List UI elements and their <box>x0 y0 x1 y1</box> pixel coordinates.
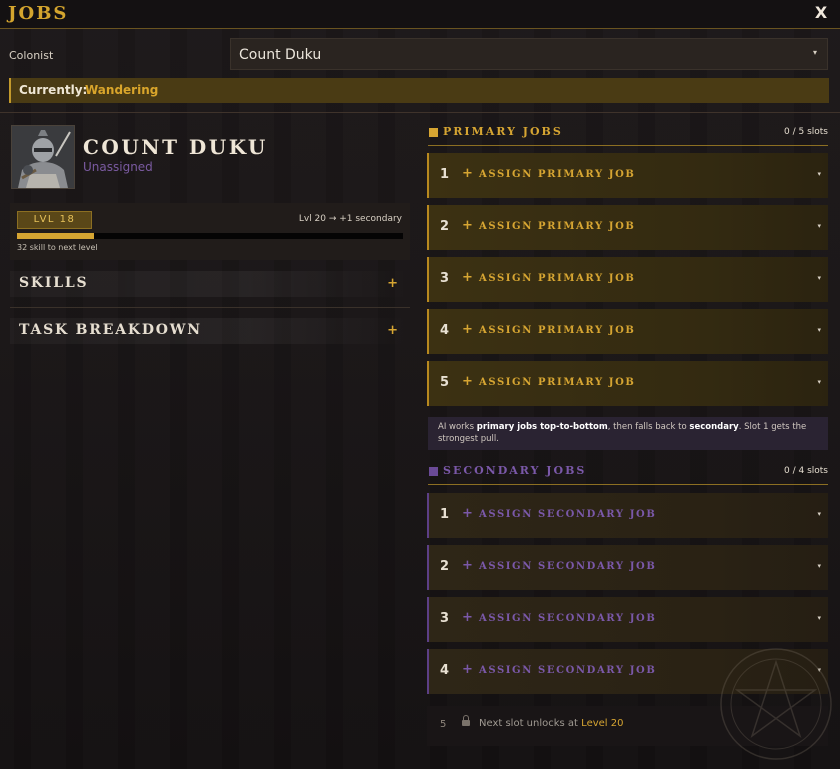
skills-section-toggle[interactable]: SKILLS + <box>10 271 410 297</box>
header-divider <box>0 112 840 113</box>
colonist-name: COUNT DUKU <box>83 135 268 159</box>
chevron-down-icon: ▾ <box>817 562 821 570</box>
plus-icon: + <box>462 558 473 573</box>
primary-header-rule <box>428 145 828 146</box>
slot-number: 2 <box>440 559 450 574</box>
assign-secondary-job-label: ASSIGN SECONDARY JOB <box>479 665 657 676</box>
skills-label: SKILLS <box>19 275 89 291</box>
xp-progress-bar <box>17 233 403 239</box>
assign-primary-job-label: ASSIGN PRIMARY JOB <box>479 273 636 284</box>
assign-primary-job-label: ASSIGN PRIMARY JOB <box>479 169 636 180</box>
secondary-jobs-title: SECONDARY JOBS <box>443 464 587 477</box>
section-divider <box>10 307 410 308</box>
primary-slot-1[interactable]: 1 + ASSIGN PRIMARY JOB ▾ <box>427 153 828 198</box>
slot-number: 1 <box>440 507 450 522</box>
chevron-down-icon: ▾ <box>817 326 821 334</box>
slot-number: 4 <box>440 323 450 338</box>
secondary-slot-1[interactable]: 1 + ASSIGN SECONDARY JOB ▾ <box>427 493 828 538</box>
assign-secondary-job-label: ASSIGN SECONDARY JOB <box>479 561 657 572</box>
title-bar: JOBS X <box>0 0 840 29</box>
expand-icon: + <box>387 323 398 338</box>
primary-slot-4[interactable]: 4 + ASSIGN PRIMARY JOB ▾ <box>427 309 828 354</box>
slot-number: 5 <box>440 719 447 730</box>
note-text: , then falls back to <box>607 422 690 432</box>
note-text: AI works <box>438 422 477 432</box>
slot-number: 3 <box>440 611 450 626</box>
primary-slot-2[interactable]: 2 + ASSIGN PRIMARY JOB ▾ <box>427 205 828 250</box>
colonist-selected-value: Count Duku <box>239 47 322 63</box>
slot-number: 5 <box>440 375 450 390</box>
unlock-level: Level 20 <box>581 718 624 729</box>
plus-icon: + <box>462 322 473 337</box>
current-status-bar: Currently: Wandering <box>9 78 829 103</box>
plus-icon: + <box>462 662 473 677</box>
assign-primary-job-label: ASSIGN PRIMARY JOB <box>479 377 636 388</box>
plus-icon: + <box>462 610 473 625</box>
pentagram-emblem-icon <box>720 648 832 760</box>
priority-info-note: AI works primary jobs top-to-bottom, the… <box>428 417 828 450</box>
secondary-slot-2[interactable]: 2 + ASSIGN SECONDARY JOB ▾ <box>427 545 828 590</box>
unlock-requirement: Next slot unlocks at Level 20 <box>479 718 623 729</box>
secondary-slot-3[interactable]: 3 + ASSIGN SECONDARY JOB ▾ <box>427 597 828 642</box>
chevron-down-icon: ▾ <box>817 614 821 622</box>
window-title: JOBS <box>8 3 69 24</box>
status-value: Wandering <box>85 83 159 97</box>
unlock-text: Next slot unlocks at <box>479 718 582 729</box>
primary-slot-3[interactable]: 3 + ASSIGN PRIMARY JOB ▾ <box>427 257 828 302</box>
assign-primary-job-label: ASSIGN PRIMARY JOB <box>479 221 636 232</box>
secondary-jobs-header: SECONDARY JOBS 0 / 4 slots <box>428 463 828 485</box>
expand-icon: + <box>387 276 398 291</box>
secondary-slot-count: 0 / 4 slots <box>784 466 828 476</box>
task-breakdown-label: TASK BREAKDOWN <box>19 322 202 338</box>
plus-icon: + <box>462 166 473 181</box>
secondary-marker-icon <box>429 467 438 476</box>
chevron-down-icon: ▾ <box>812 48 817 57</box>
colonist-row: Colonist Count Duku ▾ <box>0 38 840 74</box>
slot-number: 1 <box>440 167 450 182</box>
plus-icon: + <box>462 374 473 389</box>
chevron-down-icon: ▾ <box>817 222 821 230</box>
slot-number: 4 <box>440 663 450 678</box>
next-level-info: Lvl 20 → +1 secondary <box>298 214 402 224</box>
assign-secondary-job-label: ASSIGN SECONDARY JOB <box>479 509 657 520</box>
assign-primary-job-label: ASSIGN PRIMARY JOB <box>479 325 636 336</box>
chevron-down-icon: ▾ <box>817 170 821 178</box>
plus-icon: + <box>462 218 473 233</box>
jobs-window: JOBS X Colonist Count Duku ▾ Currently: … <box>0 0 840 769</box>
close-button[interactable]: X <box>808 2 834 24</box>
secondary-header-rule <box>428 484 828 485</box>
lock-icon <box>462 715 470 726</box>
chevron-down-icon: ▾ <box>817 510 821 518</box>
slot-number: 2 <box>440 219 450 234</box>
task-breakdown-section-toggle[interactable]: TASK BREAKDOWN + <box>10 318 410 344</box>
plus-icon: + <box>462 506 473 521</box>
note-emphasis: secondary <box>689 422 739 432</box>
level-panel: LVL 18 Lvl 20 → +1 secondary 32 skill to… <box>10 203 410 260</box>
status-label: Currently: <box>19 83 88 97</box>
chevron-down-icon: ▾ <box>817 378 821 386</box>
primary-jobs-header: PRIMARY JOBS 0 / 5 slots <box>428 124 828 146</box>
primary-slot-5[interactable]: 5 + ASSIGN PRIMARY JOB ▾ <box>427 361 828 406</box>
level-badge: LVL 18 <box>17 211 92 229</box>
plus-icon: + <box>462 270 473 285</box>
colonist-select[interactable]: Count Duku ▾ <box>230 38 828 70</box>
note-emphasis: primary jobs top-to-bottom <box>476 422 608 432</box>
primary-slot-count: 0 / 5 slots <box>784 127 828 137</box>
colonist-label: Colonist <box>9 49 54 62</box>
primary-marker-icon <box>429 128 438 137</box>
primary-jobs-title: PRIMARY JOBS <box>443 125 563 138</box>
colonist-role: Unassigned <box>83 160 153 174</box>
chevron-down-icon: ▾ <box>817 274 821 282</box>
assign-secondary-job-label: ASSIGN SECONDARY JOB <box>479 613 657 624</box>
xp-note: 32 skill to next level <box>17 243 98 252</box>
colonist-portrait <box>11 125 75 189</box>
slot-number: 3 <box>440 271 450 286</box>
knight-portrait-icon <box>12 126 74 188</box>
xp-progress-fill <box>17 233 95 239</box>
